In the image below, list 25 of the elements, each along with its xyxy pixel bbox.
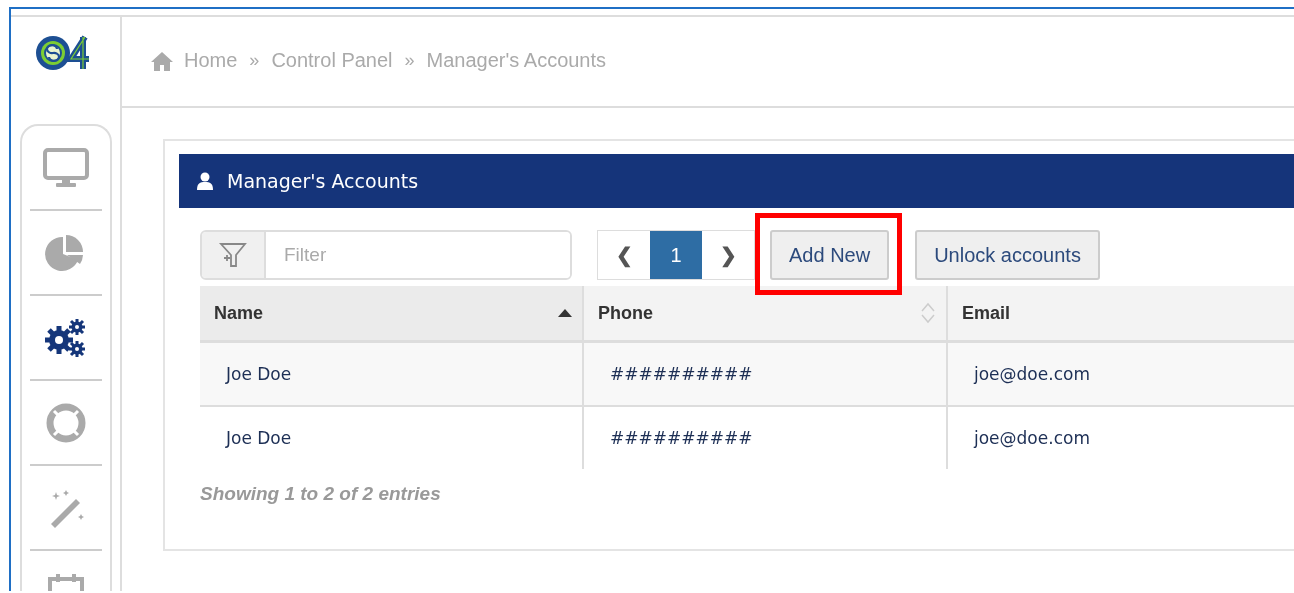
monitor-icon[interactable] [43,147,89,188]
filter-field[interactable]: Filter [200,230,572,280]
table-cell: ########## [583,406,947,469]
sort-ascending-icon[interactable] [558,309,572,317]
breadcrumb-separator: » [404,50,415,71]
gears-icon[interactable] [44,317,88,358]
current-page-button[interactable]: 1 [650,231,702,279]
breadcrumb-separator: » [249,50,260,71]
lifebuoy-icon[interactable] [45,401,87,444]
table-cell: joe@doe.com [947,341,1294,406]
column-header[interactable]: Name [200,286,583,342]
filter-icon[interactable] [218,241,248,269]
action-button[interactable]: Unlock accounts [915,230,1100,280]
entries-info: Showing 1 to 2 of 2 entries [200,483,442,505]
user-icon [197,172,213,190]
home-icon[interactable] [150,50,174,71]
panel-title: Manager's Accounts [227,170,419,192]
table-cell: Joe Doe [200,406,583,469]
column-header[interactable]: Email [947,286,1294,342]
table-cell: joe@doe.com [947,406,1294,469]
sort-icon[interactable] [920,301,936,325]
column-header[interactable]: Phone [583,286,947,342]
table-cell: Joe Doe [200,341,583,406]
action-button[interactable]: Add New [770,230,890,280]
table-cell: ########## [583,341,947,406]
